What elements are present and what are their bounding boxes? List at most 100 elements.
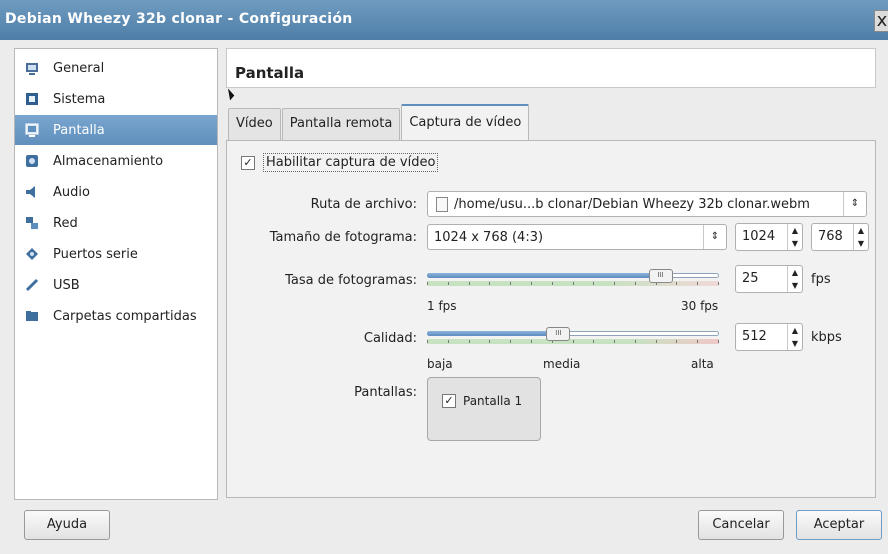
help-button[interactable]: Ayuda <box>24 510 110 540</box>
enable-capture-row[interactable]: ✓ Habilitar captura de vídeo <box>241 153 439 172</box>
frame-rate-slider[interactable]: III <box>427 269 723 299</box>
video-capture-panel: ✓ Habilitar captura de vídeo Ruta de arc… <box>226 140 876 498</box>
slider-tick <box>697 282 699 285</box>
spin-arrows-icon[interactable]: ▲ ▼ <box>853 224 868 250</box>
slider-tick <box>614 282 616 285</box>
sidebar-item-general[interactable]: General <box>15 53 217 83</box>
usb-icon <box>25 278 39 292</box>
slider-tick <box>530 340 532 343</box>
sidebar-item-system[interactable]: Sistema <box>15 84 217 114</box>
screen-1-label: Pantalla 1 <box>463 394 523 408</box>
slider-tick <box>572 340 574 343</box>
quality-mid-label: media <box>543 357 581 371</box>
quality-value: 512 <box>742 329 767 344</box>
title-bar[interactable]: Debian Wheezy 32b clonar - Configuración… <box>0 0 888 40</box>
screen-1-checkbox[interactable]: ✓ <box>442 394 456 408</box>
file-path-select[interactable]: /home/usu...b clonar/Debian Wheezy 32b c… <box>427 191 867 217</box>
sidebar-item-label: Almacenamiento <box>53 153 164 169</box>
sidebar-item-label: Puertos serie <box>53 246 138 262</box>
slider-tick <box>510 340 512 343</box>
tab-video-capture[interactable]: Captura de vídeo <box>401 104 530 142</box>
frame-rate-unit: fps <box>811 272 831 287</box>
screens-label: Pantallas: <box>354 385 417 400</box>
sidebar-item-label: Sistema <box>53 91 106 107</box>
enable-capture-checkbox[interactable]: ✓ <box>241 155 255 170</box>
frame-rate-value: 25 <box>742 271 759 286</box>
settings-sidebar: General Sistema Pantalla Almacenamiento … <box>14 48 218 500</box>
frame-width-spinbox[interactable]: 1024 ▲ ▼ <box>735 223 803 251</box>
sidebar-item-usb[interactable]: USB <box>15 270 217 300</box>
sidebar-item-network[interactable]: Red <box>15 208 217 238</box>
sidebar-item-label: USB <box>53 277 80 293</box>
sidebar-item-label: General <box>53 60 105 76</box>
file-path-value: /home/usu...b clonar/Debian Wheezy 32b c… <box>454 196 810 212</box>
window-title: Debian Wheezy 32b clonar - Configuración <box>5 11 353 27</box>
sidebar-item-label: Red <box>53 215 78 231</box>
frame-size-value: 1024 x 768 (4:3) <box>434 229 544 245</box>
screens-list: ✓ Pantalla 1 <box>427 377 541 441</box>
general-icon <box>25 61 39 75</box>
quality-unit: kbps <box>811 330 842 345</box>
settings-content: Pantalla Vídeo Pantalla remota Captura d… <box>226 48 878 500</box>
quality-slider-thumb[interactable]: III <box>546 327 571 341</box>
slider-tick <box>551 282 553 285</box>
slider-tick <box>593 340 595 343</box>
slider-tick <box>593 282 595 285</box>
system-chip-icon <box>25 92 39 106</box>
sidebar-item-label: Carpetas compartidas <box>53 308 197 324</box>
cancel-button[interactable]: Cancelar <box>698 510 784 540</box>
chevron-updown-icon: ⇕ <box>703 225 726 249</box>
slider-tick <box>634 340 636 343</box>
sidebar-item-shared-folders[interactable]: Carpetas compartidas <box>15 301 217 331</box>
frame-rate-slider-thumb[interactable]: III <box>648 269 673 283</box>
slider-tick <box>614 340 616 343</box>
quality-spinbox[interactable]: 512 ▲ ▼ <box>735 323 803 351</box>
network-icon <box>25 216 39 230</box>
spin-arrows-icon[interactable]: ▲ ▼ <box>787 224 802 250</box>
slider-tick <box>427 340 428 343</box>
sidebar-item-storage[interactable]: Almacenamiento <box>15 146 217 176</box>
spin-arrows-icon[interactable]: ▲ ▼ <box>787 266 802 292</box>
slider-tick <box>489 282 491 285</box>
frame-rate-spinbox[interactable]: 25 ▲ ▼ <box>735 265 803 293</box>
slider-tick <box>447 282 449 285</box>
close-icon[interactable]: x <box>874 10 888 32</box>
slider-tick <box>718 282 719 285</box>
frame-size-label: Tamaño de fotograma: <box>269 230 417 245</box>
sidebar-item-audio[interactable]: Audio <box>15 177 217 207</box>
file-path-label: Ruta de archivo: <box>310 197 417 212</box>
quality-slider-fill <box>427 331 559 336</box>
quality-low-label: baja <box>427 357 453 371</box>
sidebar-item-label: Audio <box>53 184 90 200</box>
frame-height-spinbox[interactable]: 768 ▲ ▼ <box>811 223 869 251</box>
slider-tick <box>447 340 449 343</box>
slider-tick <box>489 340 491 343</box>
slider-tick <box>510 282 512 285</box>
ok-button[interactable]: Aceptar <box>796 510 882 540</box>
slider-tick <box>655 340 657 343</box>
slider-tick <box>427 282 428 285</box>
file-icon <box>436 196 448 212</box>
frame-height-value: 768 <box>818 229 843 244</box>
page-title: Pantalla <box>226 48 876 88</box>
slider-tick <box>530 282 532 285</box>
slider-tick <box>634 282 636 285</box>
slider-tick <box>676 340 678 343</box>
enable-capture-label[interactable]: Habilitar captura de vídeo <box>263 153 439 172</box>
tab-remote-display[interactable]: Pantalla remota <box>281 108 401 141</box>
shared-folder-icon <box>25 309 39 323</box>
frame-rate-slider-fill <box>427 273 661 278</box>
sidebar-item-display[interactable]: Pantalla <box>15 115 217 145</box>
slider-tick <box>572 282 574 285</box>
slider-tick <box>468 340 470 343</box>
quality-slider[interactable]: III <box>427 327 723 357</box>
screen-1-row[interactable]: ✓ Pantalla 1 <box>442 394 522 408</box>
tab-video[interactable]: Vídeo <box>228 108 281 141</box>
frame-rate-label: Tasa de fotogramas: <box>285 273 417 288</box>
slider-tick <box>468 282 470 285</box>
frame-size-select[interactable]: 1024 x 768 (4:3) ⇕ <box>427 224 727 250</box>
serial-port-icon <box>25 247 39 261</box>
speaker-icon <box>25 185 39 199</box>
sidebar-item-serial-ports[interactable]: Puertos serie <box>15 239 217 269</box>
spin-arrows-icon[interactable]: ▲ ▼ <box>787 324 802 350</box>
